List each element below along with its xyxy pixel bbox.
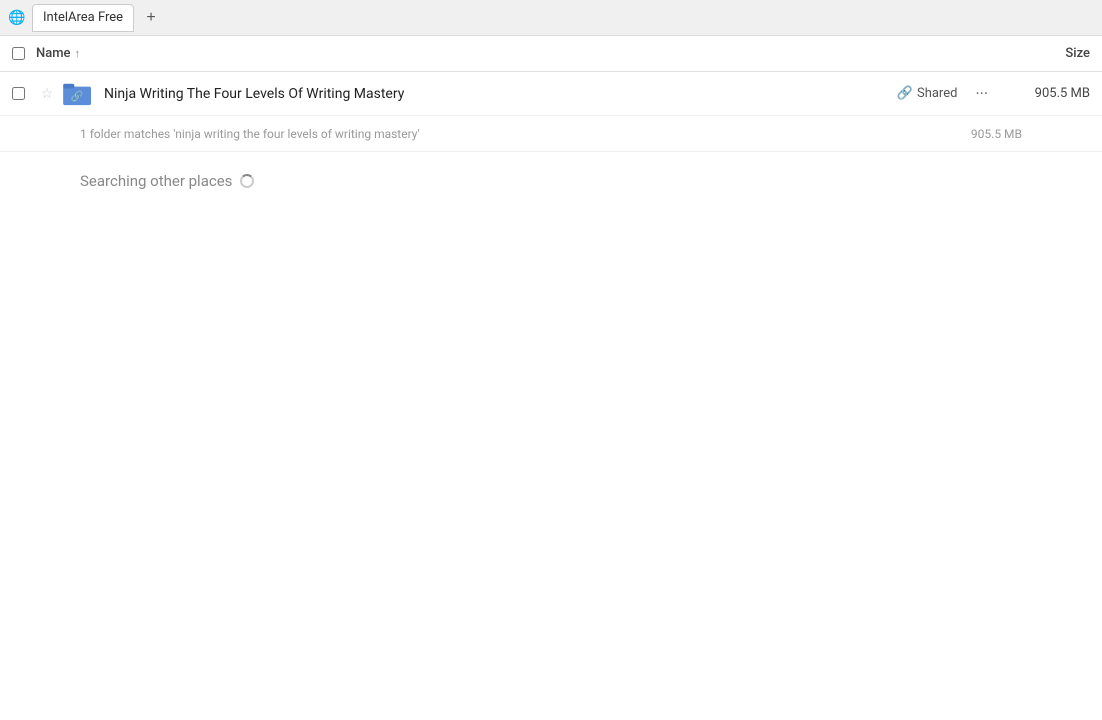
file-row[interactable]: ☆ 🔗 Ninja Writing The Four Levels Of Wri… [0,72,1102,116]
searching-label: Searching other places [80,172,232,190]
match-info-row: 1 folder matches 'ninja writing the four… [0,116,1102,152]
loading-spinner [240,174,254,188]
shared-label: Shared [917,86,957,101]
name-column-label: Name [36,46,71,61]
folder-icon: 🔗 [62,78,94,110]
match-info-size: 905.5 MB [971,127,1022,141]
file-name: Ninja Writing The Four Levels Of Writing… [104,86,897,102]
shared-badge: 🔗 Shared [897,86,958,101]
app-icon: 🌐 [8,9,26,27]
row-checkbox[interactable] [12,87,25,100]
tab-intellarea[interactable]: IntelArea Free [32,4,134,32]
size-column-header[interactable]: Size [990,46,1090,61]
row-checkbox-container[interactable] [12,87,36,100]
sort-indicator: ↑ [75,47,81,60]
title-bar: 🌐 IntelArea Free + [0,0,1102,36]
file-size: 905.5 MB [1010,86,1090,101]
file-actions: ··· [969,82,994,105]
more-options-button[interactable]: ··· [969,82,994,105]
searching-section: Searching other places [0,152,1102,210]
select-all-checkbox[interactable] [12,47,25,60]
match-info-text: 1 folder matches 'ninja writing the four… [80,127,971,141]
star-icon[interactable]: ☆ [36,86,58,102]
column-header: Name ↑ Size [0,36,1102,72]
select-all-checkbox-container[interactable] [12,47,36,60]
size-column-label: Size [1065,46,1090,61]
tab-label: IntelArea Free [43,10,123,25]
name-column-header[interactable]: Name ↑ [36,46,990,61]
svg-text:🔗: 🔗 [71,89,84,102]
add-tab-button[interactable]: + [140,7,162,29]
link-icon: 🔗 [897,86,913,101]
